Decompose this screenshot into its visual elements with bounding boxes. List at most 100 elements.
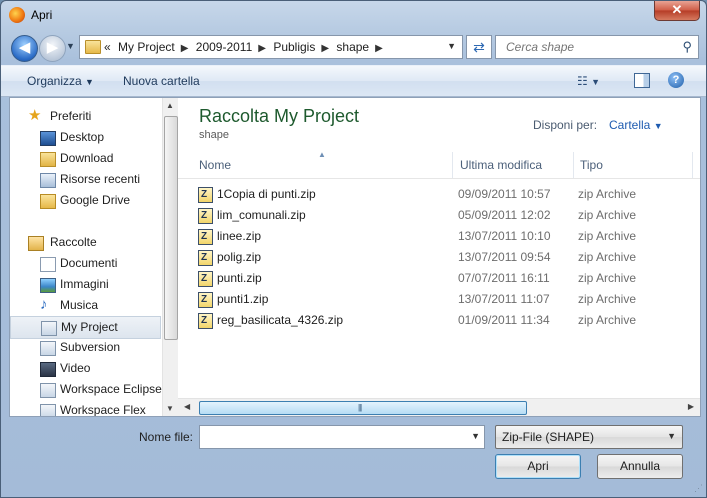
file-modified: 07/07/2011 16:11 [458, 271, 550, 285]
file-list-scrollbar[interactable]: ◀ ||| ▶ [178, 398, 700, 416]
nav-label: Google Drive [60, 193, 131, 207]
file-type: zip Archive [578, 292, 637, 306]
library-icon [41, 321, 57, 336]
column-headers: ▲ Nome Ultima modifica Tipo [178, 150, 700, 179]
title-bar[interactable]: Apri ✕ [1, 1, 706, 31]
recent-pages-dropdown[interactable]: ▼ [66, 41, 75, 51]
column-divider[interactable] [692, 152, 693, 178]
breadcrumb-item[interactable]: Publigis [273, 40, 315, 54]
breadcrumb-item[interactable]: My Project [118, 40, 175, 54]
file-row[interactable]: polig.zip 13/07/2011 09:54 zip Archive [198, 247, 678, 268]
forward-button[interactable]: ▶ [39, 35, 66, 62]
open-file-dialog: Apri ✕ ◀ ▶ ▼ « My Project ▶ 2009-2011 ▶ Pu… [0, 0, 707, 498]
file-modified: 01/09/2011 11:34 [458, 313, 550, 327]
library-icon [40, 383, 56, 398]
resize-grip-icon[interactable]: ⋰ [694, 483, 703, 494]
file-row[interactable]: linee.zip 13/07/2011 10:10 zip Archive [198, 226, 678, 247]
nav-item-music[interactable]: ♪ Musica [10, 295, 161, 316]
new-folder-button[interactable]: Nuova cartella [123, 74, 200, 88]
nav-item-desktop[interactable]: Desktop [10, 127, 161, 148]
file-row[interactable]: punti1.zip 13/07/2011 11:07 zip Archive [198, 289, 678, 310]
file-modified: 13/07/2011 10:10 [458, 229, 551, 243]
scroll-left-icon[interactable]: ◀ [184, 402, 190, 411]
address-dropdown-icon[interactable]: ▼ [447, 41, 456, 51]
file-type: zip Archive [578, 208, 637, 222]
libraries-icon [28, 236, 44, 251]
file-type: zip Archive [578, 229, 637, 243]
search-box[interactable]: ⚲ [495, 35, 699, 59]
breadcrumb: « My Project ▶ 2009-2011 ▶ Publigis ▶ shape… [104, 40, 387, 54]
arrow-left-icon: ◀ [18, 39, 31, 56]
organize-menu[interactable]: Organizza ▼ [27, 74, 94, 88]
nav-label: My Project [61, 320, 118, 334]
column-divider[interactable] [452, 152, 453, 178]
scroll-right-icon[interactable]: ▶ [688, 402, 694, 411]
search-input[interactable] [504, 39, 678, 55]
scroll-up-icon[interactable]: ▲ [166, 101, 174, 110]
view-list-icon: ☷ [577, 74, 588, 88]
nav-label: Immagini [60, 277, 109, 291]
nav-label: Video [60, 361, 91, 375]
file-name: lim_comunali.zip [217, 208, 306, 222]
dialog-footer: Nome file: ▼ Zip-File (SHAPE) ▼ Apri Ann… [1, 417, 706, 497]
arrange-by-value: Cartella [609, 118, 651, 132]
back-button[interactable]: ◀ [11, 35, 38, 62]
breadcrumb-item[interactable]: 2009-2011 [196, 40, 253, 54]
nav-label: Download [60, 151, 114, 165]
column-header-type[interactable]: Tipo [580, 158, 603, 172]
search-icon[interactable]: ⚲ [682, 39, 692, 55]
open-button[interactable]: Apri [495, 454, 581, 479]
nav-item-recent-places[interactable]: Risorse recenti [10, 169, 161, 190]
nav-item-pictures[interactable]: Immagini [10, 274, 161, 295]
preview-pane-icon[interactable] [634, 73, 650, 88]
address-bar[interactable]: « My Project ▶ 2009-2011 ▶ Publigis ▶ shape… [79, 35, 463, 59]
help-icon[interactable]: ? [668, 72, 684, 88]
chevron-right-icon[interactable]: ▶ [258, 43, 266, 54]
file-modified: 13/07/2011 11:07 [458, 292, 550, 306]
column-header-modified[interactable]: Ultima modifica [460, 158, 542, 172]
file-row[interactable]: reg_basilicata_4326.zip 01/09/2011 11:34 z… [198, 310, 678, 331]
file-name: reg_basilicata_4326.zip [217, 313, 344, 327]
chevron-right-icon[interactable]: ▶ [321, 43, 329, 54]
nav-item-libraries[interactable]: Raccolte [10, 232, 161, 253]
nav-label: Risorse recenti [60, 172, 141, 186]
nav-item-video[interactable]: Video [10, 358, 161, 379]
file-row[interactable]: lim_comunali.zip 05/09/2011 12:02 zip Arch… [198, 205, 678, 226]
file-row[interactable]: punti.zip 07/07/2011 16:11 zip Archive [198, 268, 678, 289]
nav-item-favorites[interactable]: ★ Preferiti [10, 106, 161, 127]
file-type-filter[interactable]: Zip-File (SHAPE) ▼ [495, 425, 683, 449]
breadcrumb-overflow[interactable]: « [104, 40, 111, 54]
chevron-down-icon[interactable]: ▼ [471, 431, 480, 441]
zip-file-icon [198, 310, 213, 331]
change-view-button[interactable]: ☷ ▼ [577, 74, 600, 88]
file-name: punti1.zip [217, 292, 269, 306]
nav-item-workspace-eclipse[interactable]: Workspace Eclipse [10, 379, 162, 400]
star-icon: ★ [28, 107, 42, 124]
chevron-right-icon[interactable]: ▶ [375, 43, 383, 54]
nav-item-workspace-flex[interactable]: Workspace Flex [10, 400, 161, 416]
chevron-down-icon: ▼ [591, 77, 601, 87]
refresh-button[interactable]: ⇄ [466, 35, 492, 59]
browser-area: ★ Preferiti Desktop Download Risorse rece… [9, 97, 701, 417]
file-modified: 09/09/2011 10:57 [458, 187, 551, 201]
nav-item-download[interactable]: Download [10, 148, 161, 169]
cancel-button[interactable]: Annulla [597, 454, 683, 479]
navigation-scrollbar[interactable]: ▲ ▼ [162, 98, 178, 416]
close-button[interactable]: ✕ [654, 1, 700, 21]
column-header-name[interactable]: Nome [199, 158, 231, 172]
scrollbar-thumb[interactable] [164, 116, 178, 340]
scrollbar-thumb[interactable]: ||| [199, 401, 527, 415]
scroll-down-icon[interactable]: ▼ [166, 404, 174, 413]
file-row[interactable]: 1Copia di punti.zip 09/09/2011 10:57 zip A… [198, 184, 678, 205]
breadcrumb-item[interactable]: shape [336, 40, 369, 54]
arrange-by-dropdown[interactable]: Cartella ▼ [609, 118, 663, 132]
nav-item-documents[interactable]: Documenti [10, 253, 161, 274]
chevron-right-icon[interactable]: ▶ [181, 43, 189, 54]
recent-places-icon [40, 173, 56, 188]
file-name-field[interactable]: ▼ [199, 425, 485, 449]
zip-file-icon [198, 247, 213, 268]
nav-item-subversion[interactable]: Subversion [10, 337, 161, 358]
nav-item-google-drive[interactable]: Google Drive [10, 190, 161, 211]
nav-item-my-project[interactable]: My Project [10, 316, 161, 339]
column-divider[interactable] [573, 152, 574, 178]
